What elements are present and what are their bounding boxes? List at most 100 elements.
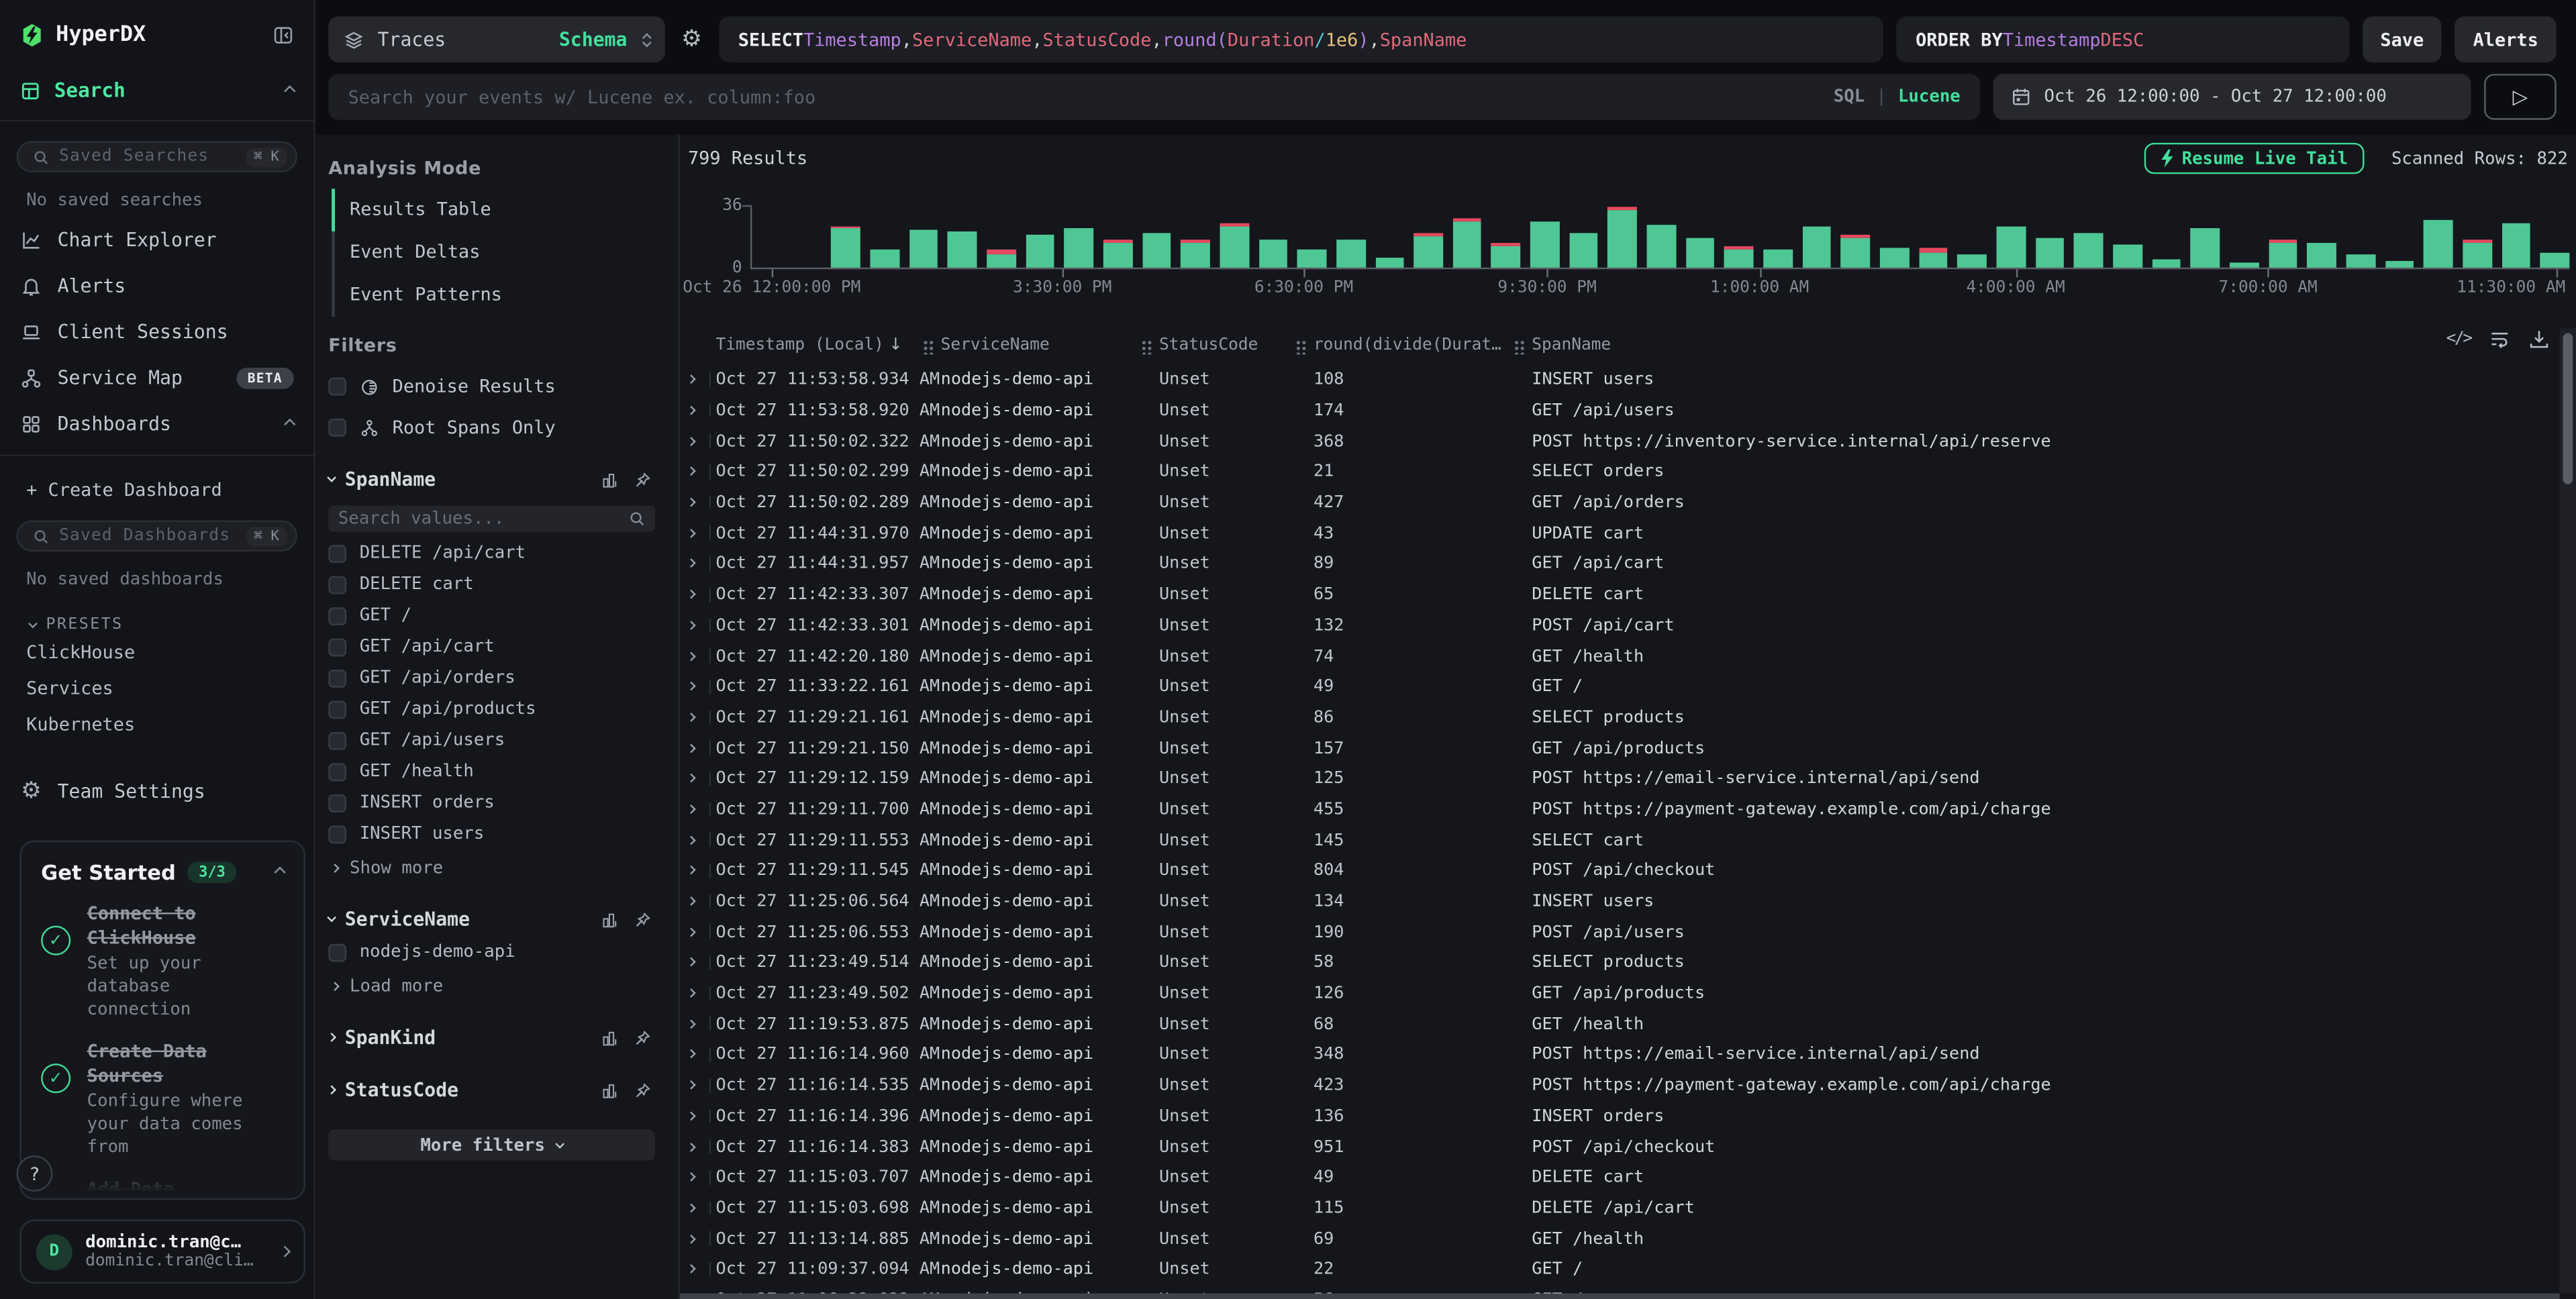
download-icon[interactable] — [2528, 328, 2550, 350]
checkbox[interactable] — [328, 544, 346, 562]
table-row[interactable]: Oct 27 11:42:20.180 AMnodejs-demo-apiUns… — [680, 640, 2553, 671]
table-row[interactable]: Oct 27 11:42:33.307 AMnodejs-demo-apiUns… — [680, 579, 2553, 610]
table-row[interactable]: Oct 27 11:15:03.698 AMnodejs-demo-apiUns… — [680, 1192, 2553, 1223]
checkbox[interactable] — [328, 419, 346, 437]
more-filters-button[interactable]: More filters — [328, 1129, 655, 1160]
checkbox[interactable] — [328, 825, 346, 843]
table-row[interactable]: Oct 27 11:13:14.885 AMnodejs-demo-apiUns… — [680, 1223, 2553, 1254]
checkbox[interactable] — [328, 762, 346, 780]
run-query-button[interactable]: ▷ — [2484, 74, 2557, 119]
chart-bar[interactable] — [2424, 219, 2453, 269]
checkbox[interactable] — [328, 700, 346, 718]
chart-bar[interactable] — [1297, 250, 1326, 269]
table-row[interactable]: Oct 27 11:29:12.159 AMnodejs-demo-apiUns… — [680, 763, 2553, 794]
row-expand-button[interactable] — [680, 1008, 716, 1039]
row-expand-button[interactable] — [680, 1162, 716, 1193]
pin-icon[interactable] — [634, 1029, 652, 1047]
select-query-input[interactable]: SELECT Timestamp,ServiceName,StatusCode,… — [718, 16, 1883, 62]
sidebar-item-alerts[interactable]: Alerts — [0, 262, 313, 308]
sidebar-item-client-sessions[interactable]: Client Sessions — [0, 309, 313, 354]
table-row[interactable]: Oct 27 11:50:02.289 AMnodejs-demo-apiUns… — [680, 487, 2553, 518]
saved-searches-input[interactable]: Saved Searches ⌘ K — [16, 141, 297, 172]
help-button[interactable]: ? — [16, 1155, 52, 1192]
chart-toggle-icon[interactable] — [601, 1081, 619, 1099]
column-header[interactable]: Timestamp (Local)↓ — [716, 336, 941, 354]
pin-icon[interactable] — [634, 1081, 652, 1099]
analysis-mode-option[interactable]: Event Patterns — [332, 279, 655, 312]
chart-bar[interactable] — [2501, 223, 2530, 269]
table-row[interactable]: Oct 27 11:29:11.553 AMnodejs-demo-apiUns… — [680, 825, 2553, 855]
horizontal-scrollbar[interactable] — [680, 1294, 2560, 1299]
chart-bar[interactable] — [870, 250, 899, 269]
row-expand-button[interactable] — [680, 579, 716, 610]
chart-bar[interactable] — [1725, 247, 1754, 269]
filter-value-option[interactable]: GET /api/users — [328, 731, 655, 750]
source-settings-gear-icon[interactable]: ⚙ — [678, 16, 705, 62]
table-row[interactable]: Oct 27 11:16:14.383 AMnodejs-demo-apiUns… — [680, 1131, 2553, 1162]
filter-value-option[interactable]: INSERT users — [328, 824, 655, 843]
chart-bar[interactable] — [909, 229, 938, 269]
code-view-icon[interactable]: </> — [2446, 330, 2471, 348]
chart-bar[interactable] — [1997, 226, 2026, 269]
sidebar-item-dashboards[interactable]: Dashboards — [0, 401, 313, 446]
chart-bar[interactable] — [1763, 250, 1792, 269]
save-button[interactable]: Save — [2362, 16, 2442, 62]
table-row[interactable]: Oct 27 11:29:11.700 AMnodejs-demo-apiUns… — [680, 794, 2553, 825]
row-expand-button[interactable] — [680, 886, 716, 917]
table-row[interactable]: Oct 27 11:23:49.502 AMnodejs-demo-apiUns… — [680, 978, 2553, 1008]
filter-value-option[interactable]: GET /api/cart — [328, 637, 655, 656]
filter-value-option[interactable]: GET /health — [328, 762, 655, 781]
filter-section-spanname[interactable]: SpanName — [328, 468, 655, 490]
row-expand-button[interactable] — [680, 1131, 716, 1162]
table-row[interactable]: Oct 27 11:09:37.094 AMnodejs-demo-apiUns… — [680, 1254, 2553, 1285]
sidebar-item-search[interactable]: Search — [0, 64, 313, 121]
filter-value-option[interactable]: GET / — [328, 606, 655, 625]
chevron-up-icon[interactable] — [274, 867, 285, 878]
table-row[interactable]: Oct 27 11:25:06.553 AMnodejs-demo-apiUns… — [680, 917, 2553, 947]
row-expand-button[interactable] — [680, 702, 716, 733]
sidebar-item-chart-explorer[interactable]: Chart Explorer — [0, 217, 313, 262]
drag-handle-icon[interactable] — [1514, 340, 1525, 354]
row-expand-button[interactable] — [680, 1070, 716, 1100]
table-row[interactable]: Oct 27 11:33:22.161 AMnodejs-demo-apiUns… — [680, 671, 2553, 702]
scrollbar-thumb[interactable] — [2563, 333, 2573, 484]
table-row[interactable]: Oct 27 11:50:02.322 AMnodejs-demo-apiUns… — [680, 425, 2553, 456]
row-expand-button[interactable] — [680, 456, 716, 487]
row-expand-button[interactable] — [680, 763, 716, 794]
row-expand-button[interactable] — [680, 487, 716, 518]
table-row[interactable]: Oct 27 11:25:06.564 AMnodejs-demo-apiUns… — [680, 886, 2553, 917]
drag-handle-icon[interactable] — [1141, 340, 1152, 354]
table-row[interactable]: Oct 27 11:29:21.150 AMnodejs-demo-apiUns… — [680, 733, 2553, 764]
pin-icon[interactable] — [634, 470, 652, 488]
filter-value-option[interactable]: nodejs-demo-api — [328, 942, 655, 962]
chart-bar[interactable] — [987, 250, 1015, 269]
user-menu[interactable]: D dominic.tran@c… dominic.tran@cli… — [19, 1220, 305, 1284]
row-expand-button[interactable] — [680, 1223, 716, 1254]
table-row[interactable]: Oct 27 11:29:21.161 AMnodejs-demo-apiUns… — [680, 702, 2553, 733]
chart-toggle-icon[interactable] — [601, 910, 619, 928]
preset-item[interactable]: Kubernetes — [0, 706, 313, 742]
table-row[interactable]: Oct 27 11:53:58.920 AMnodejs-demo-apiUns… — [680, 395, 2553, 426]
alerts-button[interactable]: Alerts — [2455, 16, 2557, 62]
chart-bar[interactable] — [948, 231, 977, 269]
row-expand-button[interactable] — [680, 794, 716, 825]
preset-item[interactable]: ClickHouse — [0, 633, 313, 670]
checkbox[interactable] — [328, 669, 346, 687]
get-started-item[interactable]: ✓Create Data SourcesConfigure where your… — [41, 1041, 284, 1159]
checkbox[interactable] — [328, 637, 346, 656]
table-row[interactable]: Oct 27 11:42:33.301 AMnodejs-demo-apiUns… — [680, 610, 2553, 641]
row-expand-button[interactable] — [680, 855, 716, 886]
checkbox[interactable] — [328, 943, 346, 961]
chart-bar[interactable] — [1336, 240, 1365, 270]
chart-bar[interactable] — [1647, 224, 1676, 269]
chart-bar[interactable] — [1880, 248, 1909, 269]
column-header[interactable]: round(divide(Durat… — [1314, 336, 1532, 354]
date-range-picker[interactable]: Oct 26 12:00:00 - Oct 27 12:00:00 — [1993, 74, 2471, 119]
filter-value-search-input[interactable]: Search values... — [328, 505, 655, 531]
row-expand-button[interactable] — [680, 395, 716, 426]
preset-item[interactable]: Services — [0, 670, 313, 706]
checkbox[interactable] — [328, 794, 346, 812]
chart-bar[interactable] — [1841, 235, 1870, 269]
chart-bar[interactable] — [2191, 228, 2220, 270]
table-row[interactable]: Oct 27 11:16:14.535 AMnodejs-demo-apiUns… — [680, 1070, 2553, 1100]
